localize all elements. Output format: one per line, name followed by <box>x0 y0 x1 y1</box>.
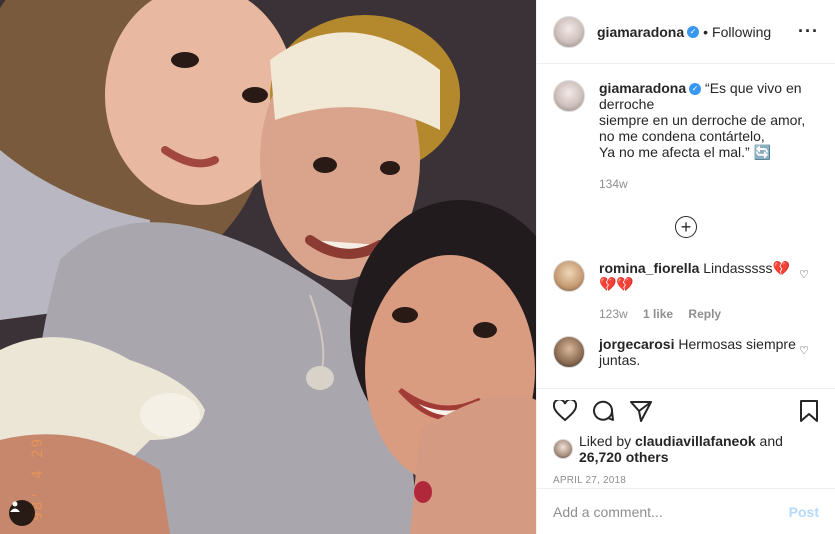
post-dialog: 98' 4 29 giamaradona ✓ • Following ··· g… <box>0 0 835 534</box>
comment-time[interactable]: 123w <box>599 307 628 321</box>
comment-username[interactable]: jorgecarosi <box>599 336 674 352</box>
verified-icon: ✓ <box>689 83 702 96</box>
post-date[interactable]: APRIL 27, 2018 <box>553 475 819 486</box>
likes-others[interactable]: 26,720 others <box>579 449 669 465</box>
liker-username[interactable]: claudiavillafaneok <box>635 433 756 449</box>
comment-body: jorgecarosi Hermosas siempre juntas. <box>599 336 804 368</box>
load-more-comments[interactable]: + <box>553 216 819 238</box>
liker-avatar[interactable] <box>553 439 573 459</box>
likes-summary: Liked by claudiavillafaneok and 26,720 o… <box>553 433 819 465</box>
post-comment-button[interactable]: Post <box>789 504 819 520</box>
likes-prefix: Liked by <box>579 433 632 449</box>
reply-button[interactable]: Reply <box>688 307 721 321</box>
plus-circle-icon[interactable]: + <box>675 216 697 238</box>
post-photo[interactable]: 98' 4 29 <box>0 0 536 534</box>
caption-body: giamaradona ✓ “Es que vivo en derroche si… <box>599 80 819 192</box>
heart-icon[interactable] <box>553 400 577 422</box>
post-actions: Liked by claudiavillafaneok and 26,720 o… <box>537 388 835 488</box>
action-icons <box>553 397 819 425</box>
more-options-icon[interactable]: ··· <box>798 21 819 42</box>
author-avatar[interactable] <box>553 15 585 48</box>
comment-icon[interactable] <box>591 399 615 423</box>
photo-illustration <box>0 0 536 534</box>
comment-row: jorgecarosi Hermosas siempre juntas. ♡ <box>553 336 819 368</box>
post-side-panel: giamaradona ✓ • Following ··· giamaradon… <box>536 0 835 534</box>
comment-like-heart-icon[interactable]: ♡ <box>799 268 809 281</box>
bookmark-icon[interactable] <box>799 399 819 423</box>
comments-section: giamaradona ✓ “Es que vivo en derroche si… <box>537 64 835 388</box>
comment-row: romina_fiorella Lindasssss💔💔💔 123w 1 lik… <box>553 260 819 322</box>
following-button[interactable]: Following <box>712 24 771 40</box>
comment-username[interactable]: romina_fiorella <box>599 260 699 276</box>
comment-likes[interactable]: 1 like <box>643 307 673 321</box>
add-comment-bar: Post <box>537 488 835 534</box>
likes-text: Liked by claudiavillafaneok and 26,720 o… <box>579 433 783 465</box>
comment-input[interactable] <box>553 503 789 520</box>
comment-avatar[interactable] <box>553 260 585 292</box>
verified-icon: ✓ <box>687 25 700 38</box>
comment-body: romina_fiorella Lindasssss💔💔💔 123w 1 lik… <box>599 260 804 322</box>
likes-joiner: and <box>759 433 783 449</box>
author-username[interactable]: giamaradona <box>597 24 684 40</box>
caption-avatar[interactable] <box>553 80 585 112</box>
caption-username[interactable]: giamaradona <box>599 80 686 96</box>
comment-avatar[interactable] <box>553 336 585 368</box>
user-tag-button[interactable] <box>9 500 35 526</box>
caption-meta: 134w <box>599 176 819 192</box>
comment-like-heart-icon[interactable]: ♡ <box>799 344 809 357</box>
separator-dot: • <box>703 23 709 40</box>
comment-meta: 123w 1 like Reply <box>599 306 804 322</box>
share-icon[interactable] <box>629 400 653 422</box>
caption-time[interactable]: 134w <box>599 177 628 191</box>
post-header: giamaradona ✓ • Following ··· <box>537 0 835 64</box>
caption: giamaradona ✓ “Es que vivo en derroche si… <box>553 80 819 192</box>
user-icon <box>10 501 20 512</box>
